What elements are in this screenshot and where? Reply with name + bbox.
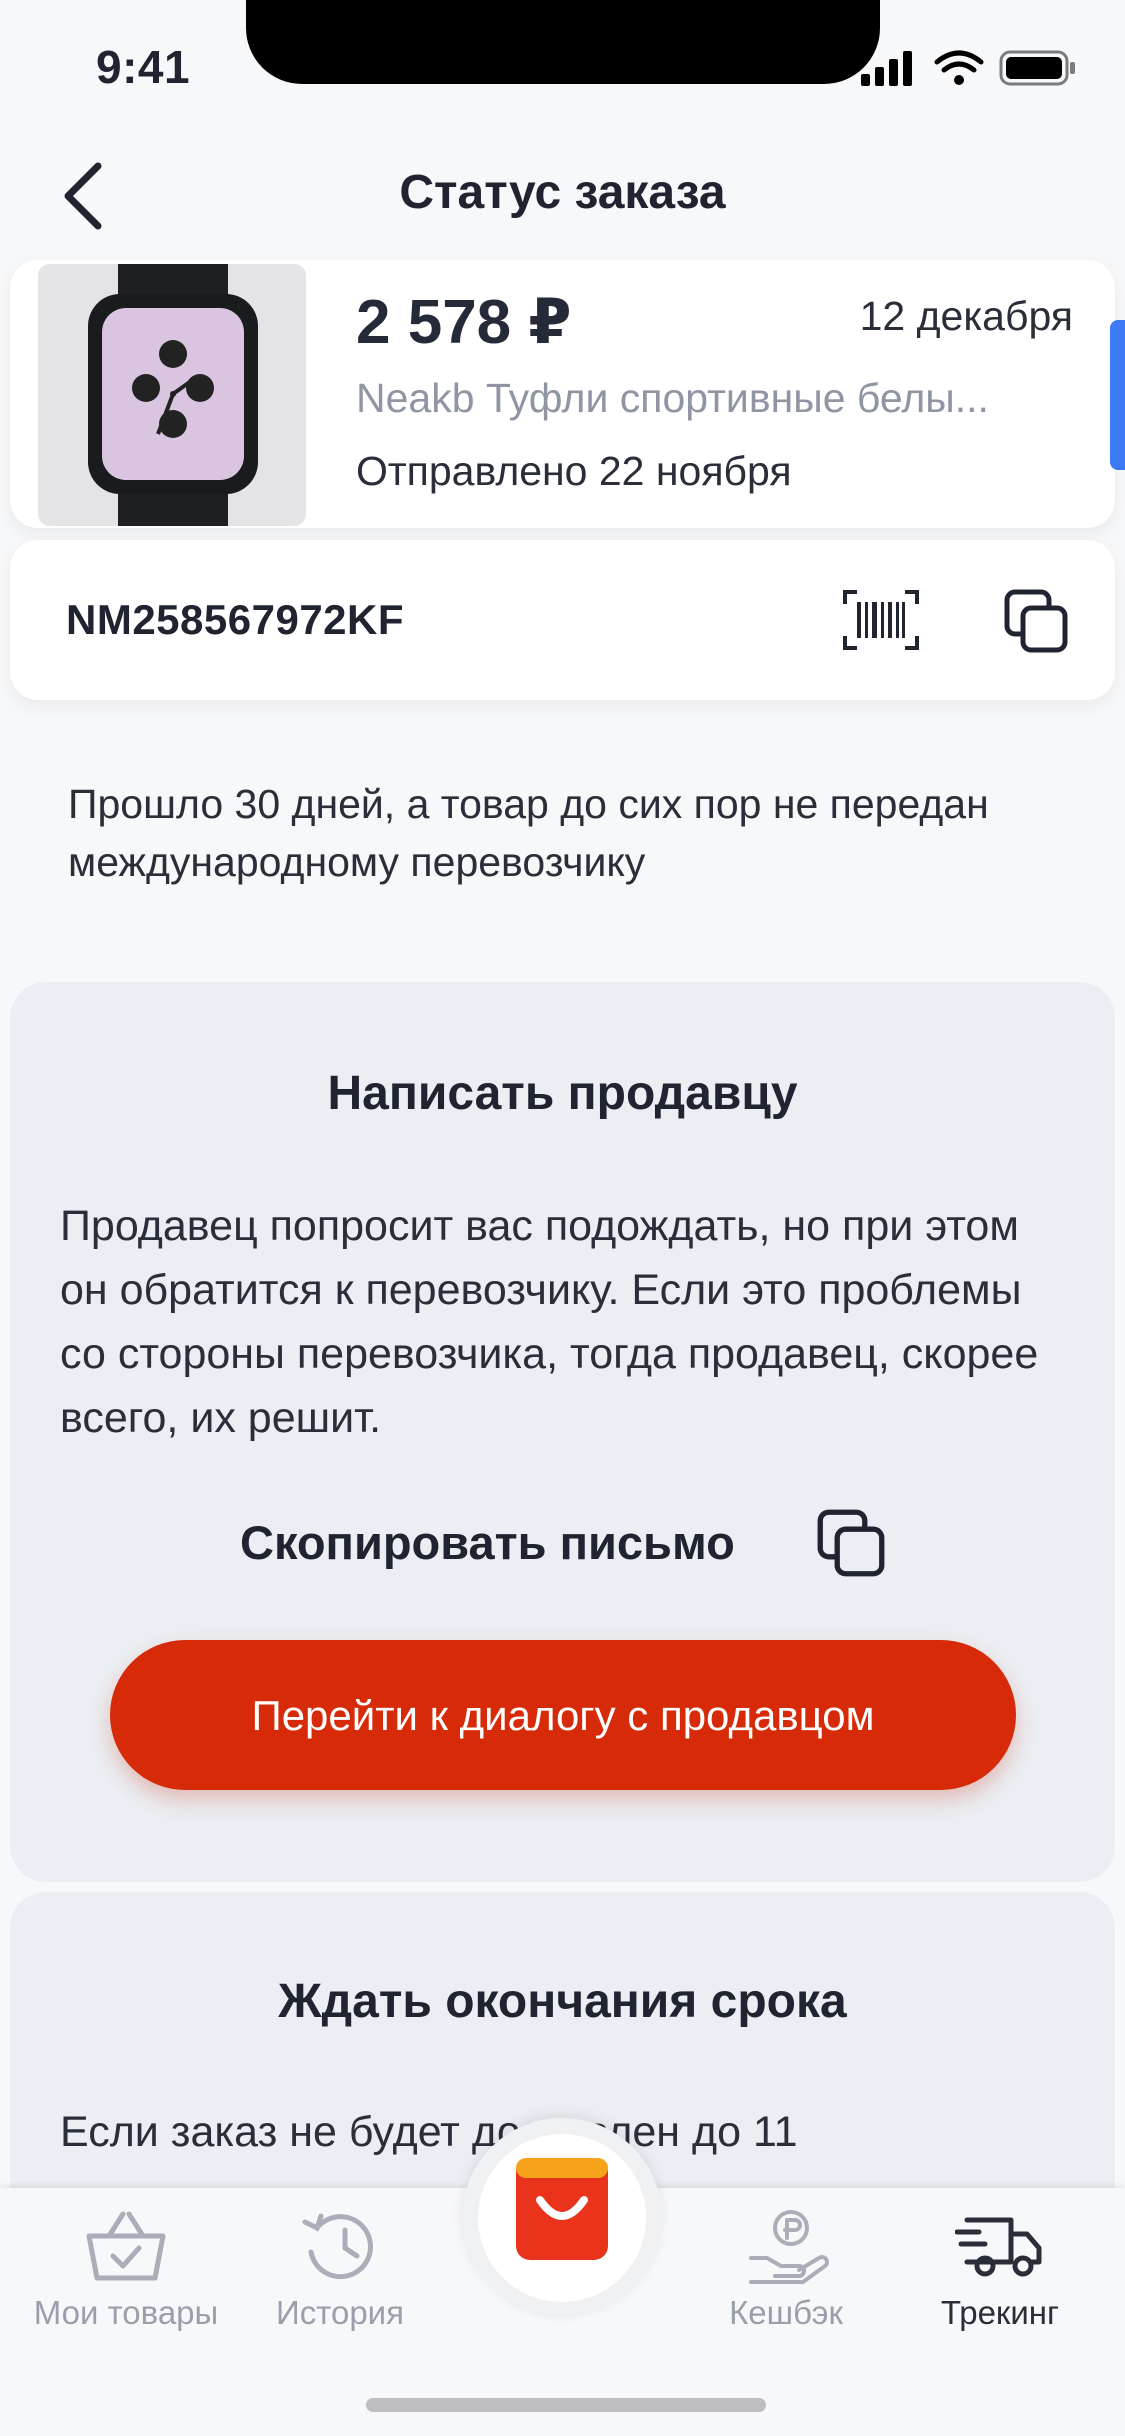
copy-icon[interactable] bbox=[1003, 588, 1069, 654]
wifi-icon bbox=[934, 50, 984, 73]
tab-label: Кешбэк bbox=[729, 2294, 843, 2331]
product-name: Neakb Туфли спортивные белы... bbox=[356, 375, 989, 421]
tab-history[interactable]: История bbox=[240, 2208, 440, 2332]
copy-letter-link[interactable]: Скопировать письмо bbox=[240, 1515, 735, 1570]
tab-label: Трекинг bbox=[940, 2294, 1060, 2331]
status-time: 9:41 bbox=[96, 41, 191, 93]
device-notch bbox=[246, 0, 880, 84]
shipped-date: Отправлено 22 ноября bbox=[356, 448, 792, 494]
delay-info-text: Прошло 30 дней, а товар до сих пор не пе… bbox=[68, 781, 989, 885]
page-title: Статус заказа bbox=[399, 166, 726, 219]
product-image bbox=[38, 264, 306, 526]
tab-label: Мои товары bbox=[33, 2294, 219, 2331]
home-indicator bbox=[366, 2398, 766, 2412]
go-to-seller-dialog-button[interactable]: Перейти к диалогу с продавцом bbox=[110, 1640, 1016, 1790]
side-scroll-indicator bbox=[1110, 320, 1125, 470]
write-seller-title: Написать продавцу bbox=[327, 1067, 798, 1120]
tracking-number: NM258567972KF bbox=[66, 596, 405, 643]
smartwatch-image bbox=[38, 264, 306, 526]
tab-tracking[interactable]: Трекинг bbox=[900, 2208, 1100, 2332]
tab-label: История bbox=[276, 2294, 404, 2331]
battery-icon bbox=[999, 50, 1075, 86]
aliexpress-bag-icon bbox=[516, 2158, 608, 2260]
truck-icon bbox=[955, 2217, 1042, 2277]
tab-aliexpress-home[interactable] bbox=[478, 2134, 646, 2302]
wait-deadline-title: Ждать окончания срока bbox=[278, 1975, 847, 2028]
barcode-icon[interactable] bbox=[843, 590, 919, 650]
cashback-icon bbox=[749, 2210, 829, 2284]
basket-icon bbox=[86, 2211, 166, 2281]
write-seller-description: Продавец попросит вас подождать, но при … bbox=[60, 1202, 1039, 1442]
signal-icon bbox=[861, 51, 912, 86]
history-icon bbox=[302, 2213, 373, 2280]
status-icons bbox=[861, 50, 1075, 86]
tab-my-products[interactable]: Мои товары bbox=[26, 2208, 226, 2332]
order-date: 12 декабря bbox=[859, 293, 1073, 339]
copy-letter-icon[interactable] bbox=[816, 1508, 886, 1578]
order-price: 2 578 ₽ bbox=[356, 288, 572, 357]
tab-cashback[interactable]: Кешбэк bbox=[686, 2208, 886, 2332]
